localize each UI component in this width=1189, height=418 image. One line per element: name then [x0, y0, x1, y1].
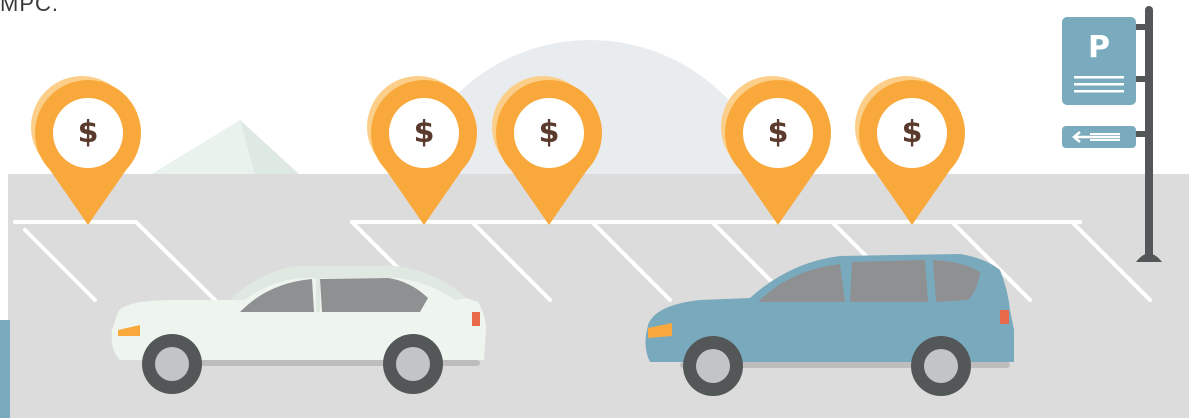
price-pin-symbol: $ [413, 115, 435, 150]
price-pin-symbol: $ [538, 115, 560, 150]
parking-illustration [0, 6, 1189, 418]
left-edge-object [0, 320, 10, 418]
price-pin-symbol: $ [901, 115, 923, 150]
parking-lot-scene: MPC. P $ $ $ $ $ [0, 0, 1189, 418]
price-pin-symbol: $ [77, 115, 99, 150]
price-pin-symbol: $ [767, 115, 789, 150]
parking-sign-letter: P [1088, 30, 1110, 65]
left-arrow-icon [1062, 126, 1136, 148]
